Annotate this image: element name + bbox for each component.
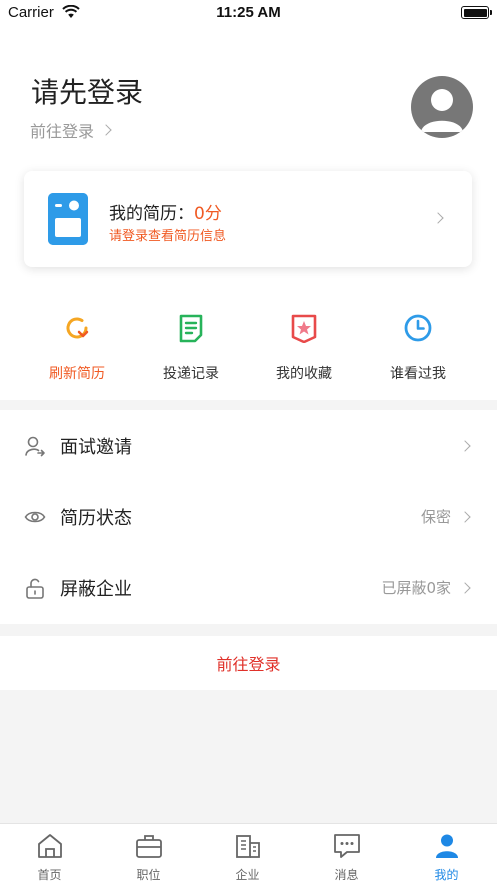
quick-action-label: 我的收藏: [276, 366, 332, 382]
menu-item-label: 屏蔽企业: [60, 578, 132, 600]
profile-header: 请先登录 前往登录 我的简历：0分 请登录查看简历信息 刷新简历 投递记录 我的…: [0, 26, 497, 400]
home-icon: [37, 834, 62, 858]
menu-item-label: 面试邀请: [60, 436, 132, 458]
menu-list: 面试邀请 简历状态 保密 屏蔽企业 已屏蔽0家: [0, 410, 497, 624]
battery-icon: [461, 6, 492, 19]
unlock-icon: [26, 578, 44, 599]
login-link[interactable]: 前往登录: [30, 118, 112, 142]
menu-item-value: 已屏蔽0家: [381, 579, 451, 597]
menu-item-interview-invitations[interactable]: 面试邀请: [0, 410, 497, 481]
quick-action-refresh-resume[interactable]: 刷新简历: [22, 313, 132, 383]
tab-label: 职位: [136, 868, 161, 882]
quick-action-label: 刷新简历: [49, 366, 105, 382]
chevron-right-icon: [459, 510, 471, 523]
clock-time: 11:25 AM: [216, 4, 281, 21]
tab-jobs[interactable]: 职位: [99, 824, 198, 883]
resume-subtitle: 请登录查看简历信息: [109, 229, 227, 244]
tab-label: 消息: [334, 868, 359, 882]
message-icon: [333, 834, 360, 858]
quick-action-label: 投递记录: [163, 366, 219, 382]
avatar[interactable]: [411, 76, 473, 138]
login-link-label: 前往登录: [30, 122, 95, 141]
chevron-right-icon: [459, 581, 471, 594]
tab-home[interactable]: 首页: [0, 824, 99, 883]
quick-action-my-favorites[interactable]: 我的收藏: [249, 313, 359, 383]
building-icon: [235, 835, 260, 858]
briefcase-icon: [135, 835, 162, 858]
user-silhouette-icon: [421, 89, 463, 132]
menu-item-blocked-companies[interactable]: 屏蔽企业 已屏蔽0家: [0, 552, 497, 623]
resume-score: 0分: [194, 204, 222, 224]
status-bar: Carrier 11:25 AM: [0, 0, 497, 26]
person-icon: [435, 834, 458, 858]
clock-icon: [404, 314, 432, 342]
login-button[interactable]: 前往登录: [0, 636, 497, 690]
resume-title-label: 我的简历：: [109, 204, 194, 224]
tab-label: 企业: [235, 868, 260, 882]
page-title: 请先登录: [31, 76, 144, 109]
chevron-right-icon: [100, 124, 112, 136]
user-arrow-icon: [25, 436, 45, 456]
tab-companies[interactable]: 企业: [198, 824, 297, 883]
bookmark-star-icon: [291, 314, 317, 344]
menu-item-resume-status[interactable]: 简历状态 保密: [0, 481, 497, 552]
menu-item-value: 保密: [420, 508, 451, 526]
resume-card[interactable]: 我的简历：0分 请登录查看简历信息: [24, 171, 472, 267]
menu-item-label: 简历状态: [60, 507, 132, 529]
resume-icon: [48, 193, 88, 245]
quick-action-delivery-records[interactable]: 投递记录: [136, 313, 246, 383]
chevron-right-icon: [459, 439, 471, 452]
tab-label: 我的: [434, 868, 459, 882]
tab-bar: 首页 职位 企业 消息 我的: [0, 823, 497, 883]
eye-icon: [24, 511, 46, 522]
quick-action-label: 谁看过我: [390, 366, 446, 382]
tab-mine[interactable]: 我的: [397, 824, 496, 883]
document-icon: [179, 314, 203, 343]
tab-messages[interactable]: 消息: [297, 824, 396, 883]
quick-action-who-viewed-me[interactable]: 谁看过我: [363, 313, 473, 383]
tab-label: 首页: [37, 868, 62, 882]
resume-title: 我的简历：0分: [109, 199, 222, 224]
chevron-right-icon: [432, 212, 444, 224]
refresh-icon: [66, 317, 89, 339]
